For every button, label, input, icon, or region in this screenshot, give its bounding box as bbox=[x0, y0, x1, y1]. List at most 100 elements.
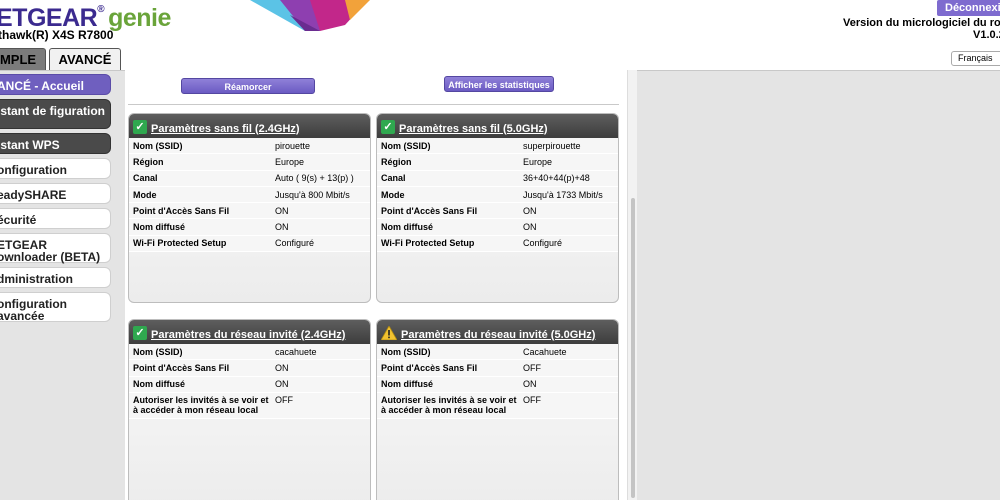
row-label: Point d'Accès Sans Fil bbox=[133, 205, 230, 216]
row-value: ON bbox=[275, 205, 289, 216]
firmware-label: Version du micrologiciel du route bbox=[843, 17, 1000, 29]
row-label: Wi-Fi Protected Setup bbox=[133, 238, 227, 249]
row-label: Wi-Fi Protected Setup bbox=[381, 238, 475, 249]
wireless-50ghz-title-link[interactable]: Paramètres sans fil (5.0GHz) bbox=[399, 123, 548, 135]
sidebar-item-advanced-setup[interactable]: onfiguration avancée bbox=[0, 292, 111, 322]
table-row: Mode Jusqu'à 1733 Mbit/s bbox=[377, 186, 618, 204]
guest-50ghz-title-link[interactable]: Paramètres du réseau invité (5.0GHz) bbox=[401, 329, 595, 341]
row-label: Région bbox=[381, 156, 412, 167]
table-row: Point d'Accès Sans Fil OFF bbox=[377, 360, 618, 377]
row-label: Nom (SSID) bbox=[133, 346, 183, 357]
table-row: Canal Auto ( 9(s) + 13(p) ) bbox=[129, 170, 370, 187]
table-row: Nom diffusé ON bbox=[129, 219, 370, 236]
warning-icon bbox=[381, 325, 397, 340]
row-value: Cacahuete bbox=[523, 346, 567, 357]
table-row: Nom (SSID) pirouette bbox=[129, 138, 370, 155]
sidebar-item-administration[interactable]: dministration bbox=[0, 267, 111, 288]
row-value: 36+40+44(p)+48 bbox=[523, 173, 590, 184]
panel-header: ✓ Paramètres sans fil (5.0GHz) bbox=[377, 114, 618, 138]
sidebar-item-setup[interactable]: onfiguration bbox=[0, 158, 111, 179]
reboot-button[interactable]: Réamorcer bbox=[181, 78, 315, 94]
row-value: ON bbox=[275, 379, 289, 390]
table-row: Région Europe bbox=[377, 154, 618, 171]
row-label: Nom diffusé bbox=[381, 222, 434, 233]
check-icon: ✓ bbox=[133, 325, 147, 340]
wireless-50ghz-panel: ✓ Paramètres sans fil (5.0GHz) Nom (SSID… bbox=[376, 113, 619, 303]
panel-header: ✓ Paramètres sans fil (2.4GHz) bbox=[129, 114, 370, 138]
panel-header: ✓ Paramètres du réseau invité (2.4GHz) bbox=[129, 320, 370, 344]
row-value: ON bbox=[523, 379, 537, 390]
guest-24ghz-panel: ✓ Paramètres du réseau invité (2.4GHz) N… bbox=[128, 319, 371, 500]
panel-header: Paramètres du réseau invité (5.0GHz) bbox=[377, 320, 618, 344]
wireless-24ghz-panel: ✓ Paramètres sans fil (2.4GHz) Nom (SSID… bbox=[128, 113, 371, 303]
table-row: Wi-Fi Protected Setup Configuré bbox=[377, 235, 618, 253]
table-row: Canal 36+40+44(p)+48 bbox=[377, 170, 618, 187]
row-value: Europe bbox=[523, 156, 553, 167]
table-row: Point d'Accès Sans Fil ON bbox=[129, 203, 370, 220]
scroll-thumb[interactable] bbox=[631, 198, 635, 498]
sidebar-item-setup-wizard[interactable]: istant de figuration bbox=[0, 99, 111, 129]
table-row: Autoriser les invités à se voir et à acc… bbox=[129, 392, 370, 419]
table-row: Nom diffusé ON bbox=[377, 376, 618, 393]
table-row: Nom diffusé ON bbox=[129, 376, 370, 393]
table-row: Mode Jusqu'à 800 Mbit/s bbox=[129, 186, 370, 204]
sidebar-item-advanced-home[interactable]: ANCÉ - Accueil bbox=[0, 74, 111, 95]
row-value: Configuré bbox=[523, 238, 563, 249]
row-value: Configuré bbox=[275, 238, 315, 249]
row-value: Europe bbox=[275, 156, 305, 167]
sidebar-item-downloader[interactable]: ETGEAR ownloader (BETA) bbox=[0, 233, 111, 263]
row-label: Mode bbox=[133, 189, 157, 200]
router-model: thawk(R) X4S R7800 bbox=[0, 28, 114, 42]
row-label: Point d'Accès Sans Fil bbox=[381, 205, 478, 216]
row-label: Nom (SSID) bbox=[133, 140, 183, 151]
row-value: OFF bbox=[523, 394, 541, 405]
tab-advanced[interactable]: AVANCÉ bbox=[49, 48, 121, 70]
wireless-24ghz-title-link[interactable]: Paramètres sans fil (2.4GHz) bbox=[151, 123, 300, 135]
check-icon: ✓ bbox=[133, 119, 147, 134]
divider bbox=[128, 104, 619, 105]
guest-24ghz-title-link[interactable]: Paramètres du réseau invité (2.4GHz) bbox=[151, 329, 345, 341]
row-label: Canal bbox=[133, 173, 158, 184]
row-value: ON bbox=[523, 222, 537, 233]
table-row: Wi-Fi Protected Setup Configuré bbox=[129, 235, 370, 253]
sidebar-item-readyshare[interactable]: eadySHARE bbox=[0, 183, 111, 204]
vertical-scrollbar[interactable] bbox=[627, 70, 637, 500]
row-value: superpirouette bbox=[523, 140, 581, 151]
tab-simple[interactable]: MPLE bbox=[0, 48, 46, 70]
table-row: Nom (SSID) superpirouette bbox=[377, 138, 618, 155]
table-row: Autoriser les invités à se voir et à acc… bbox=[377, 392, 618, 419]
decorative-graphic-icon bbox=[250, 0, 370, 31]
row-label: Nom diffusé bbox=[381, 379, 434, 390]
table-row: Nom diffusé ON bbox=[377, 219, 618, 236]
guest-50ghz-panel: Paramètres du réseau invité (5.0GHz) Nom… bbox=[376, 319, 619, 500]
row-value: pirouette bbox=[275, 140, 311, 151]
row-label: Nom diffusé bbox=[133, 222, 186, 233]
table-row: Région Europe bbox=[129, 154, 370, 171]
table-row: Nom (SSID) Cacahuete bbox=[377, 344, 618, 361]
row-label: Point d'Accès Sans Fil bbox=[381, 362, 478, 373]
row-value: cacahuete bbox=[275, 346, 317, 357]
row-value: Jusqu'à 1733 Mbit/s bbox=[523, 189, 603, 200]
sidebar-item-wps-wizard[interactable]: istant WPS bbox=[0, 133, 111, 154]
check-icon: ✓ bbox=[381, 119, 395, 134]
row-label: Région bbox=[133, 156, 164, 167]
row-value: OFF bbox=[275, 394, 293, 405]
row-value: ON bbox=[275, 362, 289, 373]
logo-registered-mark: ® bbox=[97, 4, 105, 15]
row-label: Nom diffusé bbox=[133, 379, 186, 390]
row-value: Auto ( 9(s) + 13(p) ) bbox=[275, 173, 354, 184]
row-value: OFF bbox=[523, 362, 541, 373]
table-row: Point d'Accès Sans Fil ON bbox=[129, 360, 370, 377]
row-label: Autoriser les invités à se voir et à acc… bbox=[381, 394, 517, 415]
logout-button[interactable]: Déconnexion bbox=[937, 0, 1000, 16]
row-label: Canal bbox=[381, 173, 406, 184]
sidebar-item-security[interactable]: écurité bbox=[0, 208, 111, 229]
header: ETGEAR® genie thawk(R) X4S R7800 Déconnex… bbox=[0, 0, 1000, 70]
language-select[interactable]: Français bbox=[951, 51, 1000, 66]
show-statistics-button[interactable]: Afficher les statistiques bbox=[444, 76, 554, 92]
table-row: Point d'Accès Sans Fil ON bbox=[377, 203, 618, 220]
logo-genie: genie bbox=[108, 4, 171, 32]
row-label: Mode bbox=[381, 189, 405, 200]
table-row: Nom (SSID) cacahuete bbox=[129, 344, 370, 361]
row-value: Jusqu'à 800 Mbit/s bbox=[275, 189, 350, 200]
